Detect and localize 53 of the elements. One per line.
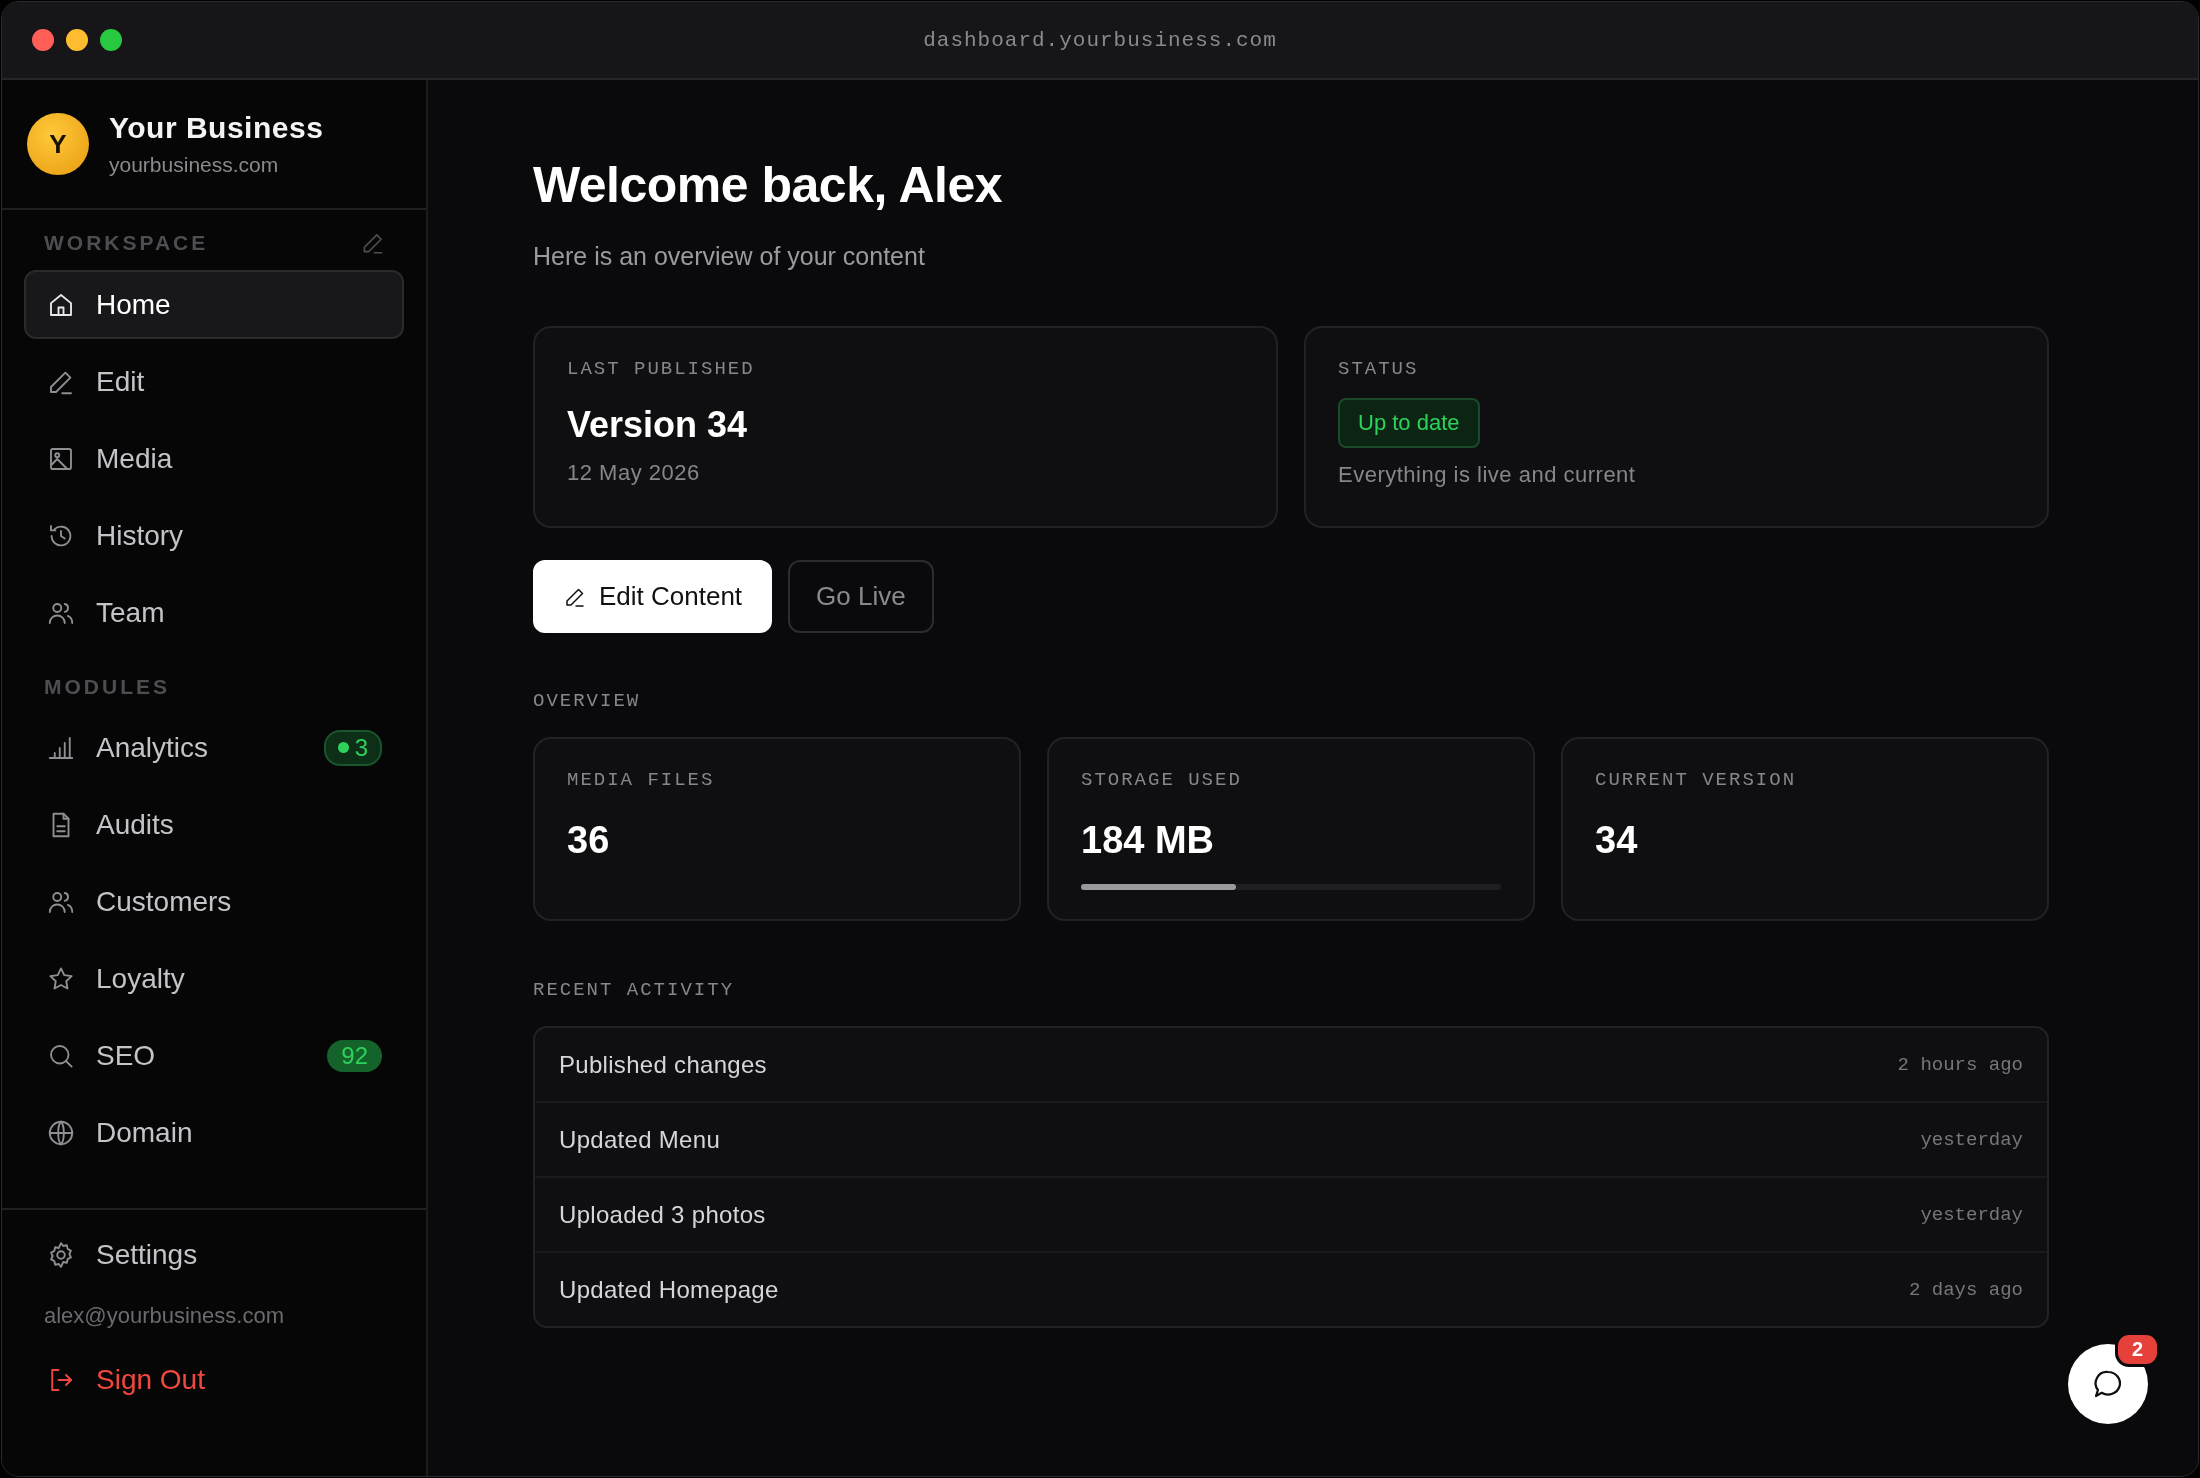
activity-time: 2 hours ago xyxy=(1897,1053,2023,1076)
notification-badge: 2 xyxy=(2114,1332,2160,1367)
activity-text: Uploaded 3 photos xyxy=(559,1200,766,1229)
nav-item[interactable]: SEO 92 xyxy=(24,1021,404,1090)
go-live-button[interactable]: Go Live xyxy=(788,560,934,633)
settings-link[interactable]: Settings xyxy=(24,1220,404,1289)
business-domain: yourbusiness.com xyxy=(109,153,280,177)
section-label: RECENT ACTIVITY xyxy=(533,979,736,1001)
nav-item[interactable]: Analytics 3 xyxy=(24,713,404,782)
nav-item[interactable]: Loyalty xyxy=(24,944,404,1013)
status-dot-icon xyxy=(337,742,349,753)
version-value: Version 34 xyxy=(567,404,749,446)
stat-label: STORAGE USED xyxy=(1081,769,1243,791)
activity-text: Published changes xyxy=(559,1050,767,1079)
nav-item[interactable]: Audits xyxy=(24,790,404,859)
publish-date: 12 May 2026 xyxy=(567,460,701,486)
close-dot[interactable] xyxy=(32,29,54,51)
stat-value: 36 xyxy=(567,819,611,862)
edit-content-button[interactable]: Edit Content xyxy=(533,560,773,633)
user-email: alex@yourbusiness.com xyxy=(43,1302,285,1330)
section-label: OVERVIEW xyxy=(533,690,642,712)
nav-item[interactable]: Team xyxy=(24,578,404,647)
activity-text: Updated Homepage xyxy=(559,1275,779,1304)
nav-item[interactable]: Media xyxy=(24,424,404,493)
nav-item[interactable]: Home xyxy=(24,270,404,339)
activity-time: yesterday xyxy=(1920,1128,2023,1151)
card-label: STATUS xyxy=(1338,358,1420,380)
stat-label: MEDIA FILES xyxy=(567,769,716,791)
nav-item[interactable]: History xyxy=(24,501,404,570)
status-text: Everything is live and current xyxy=(1338,462,1637,488)
stat-value: 184 MB xyxy=(1081,819,1216,862)
stat-value: 34 xyxy=(1595,819,1639,862)
activity-time: yesterday xyxy=(1920,1203,2023,1226)
nav-item[interactable]: Customers xyxy=(24,867,404,936)
section-label: WORKSPACE xyxy=(44,231,209,255)
nav-item[interactable]: Edit xyxy=(24,347,404,416)
sign-out-link[interactable]: Sign Out xyxy=(24,1345,404,1414)
activity-text: Updated Menu xyxy=(559,1125,721,1154)
avatar: Y xyxy=(27,113,89,175)
count-badge: 3 xyxy=(323,729,382,766)
business-name: Your Business xyxy=(109,111,324,145)
nav-item[interactable]: Domain xyxy=(24,1098,404,1167)
activity-time: 2 days ago xyxy=(1908,1278,2023,1301)
section-label: MODULES xyxy=(44,675,170,699)
page-subtitle: Here is an overview of your content xyxy=(533,242,926,271)
page-title: Welcome back, Alex xyxy=(533,156,1003,214)
stat-label: CURRENT VERSION xyxy=(1595,769,1798,791)
status-badge: Up to date xyxy=(1338,398,1480,448)
maximize-dot[interactable] xyxy=(100,29,122,51)
card-label: LAST PUBLISHED xyxy=(567,358,756,380)
minimize-dot[interactable] xyxy=(66,29,88,51)
url-text: dashboard.yourbusiness.com xyxy=(923,28,1277,52)
count-badge: 92 xyxy=(327,1039,382,1072)
